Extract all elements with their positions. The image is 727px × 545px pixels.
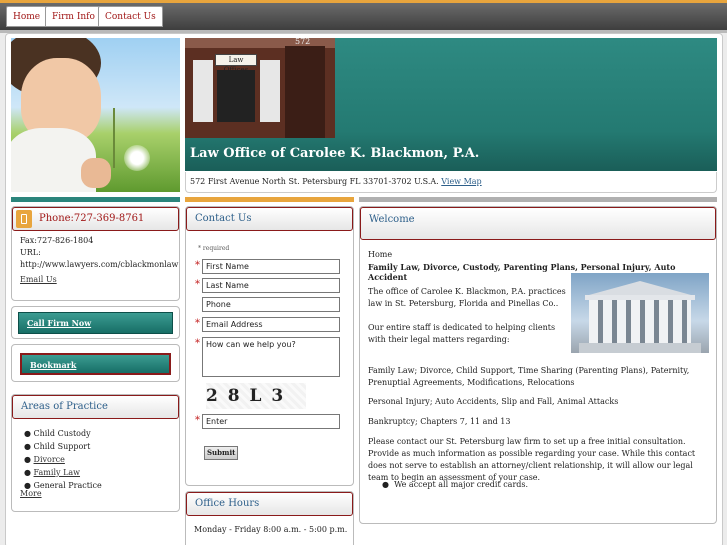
contact-form-panel: Contact Us * required * First Name * Las… [185,206,354,486]
phone-number[interactable]: Phone:727-369-8761 [39,213,144,224]
phone-input[interactable]: Phone [202,297,340,312]
fax-number: Fax:727-826-1804 [20,236,94,245]
band-middle [185,197,354,202]
welcome-paragraph: The office of Carolee K. Blackmon, P.A. … [368,287,566,308]
welcome-paragraph: Family Law; Divorce, Child Support, Time… [368,366,690,387]
required-marker: * [195,415,200,426]
welcome-paragraph: Please contact our St. Petersburg law fi… [368,437,696,482]
areas-list: ● Child Custody ● Child Support ● Divorc… [24,429,102,494]
areas-panel: Areas of Practice ● Child Custody ● Chil… [11,394,180,512]
email-us-link[interactable]: Email Us [20,275,57,284]
list-item: ● Family Law [24,468,81,477]
band-right [359,197,717,202]
nav-home[interactable]: Home [6,6,48,27]
required-marker: * [195,338,200,349]
list-item: ● Child Support [24,442,91,451]
submit-button[interactable]: Submit [204,446,239,460]
url-text: http://www.lawyers.com/cblackmonlaw [20,260,179,269]
office-photo: Law Offices 572 [185,38,335,138]
list-item: ● Child Custody [24,429,91,438]
list-item: ● Divorce [24,455,65,464]
phone-icon [16,210,32,228]
first-name-input[interactable]: First Name [202,259,340,274]
list-item: ● We accept all major credit cards. [382,480,529,489]
bookmark-button[interactable]: Bookmark [20,353,171,375]
call-firm-panel: Call Firm Now [11,306,180,339]
email-input[interactable]: Email Address [202,317,340,332]
breadcrumb: Home [368,250,393,259]
house-number: 572 [295,38,311,46]
welcome-title: Welcome [360,207,716,240]
office-hours-text: Monday - Friday 8:00 a.m. - 5:00 p.m. [194,525,348,534]
url-label: URL: [20,248,41,257]
divorce-link[interactable]: Divorce [34,455,65,464]
contact-form-title: Contact Us [186,207,353,231]
welcome-paragraph: Personal Injury; Auto Accidents, Slip an… [368,397,619,406]
courthouse-photo [571,273,709,353]
required-note: * required [198,245,230,252]
required-marker: * [195,279,200,290]
last-name-input[interactable]: Last Name [202,278,340,293]
message-textarea[interactable]: How can we help you? [202,337,340,377]
more-link[interactable]: More [20,489,42,498]
welcome-paragraph: Our entire staff is dedicated to helping… [368,323,556,344]
nav-firm-info[interactable]: Firm Info [45,6,102,27]
hero-photo [11,38,180,192]
bookmark-panel: Bookmark [11,344,180,382]
contact-card: Phone:727-369-8761 Fax:727-826-1804 URL:… [11,206,180,301]
captcha-input[interactable]: Enter [202,414,340,429]
office-hours-title: Office Hours [186,492,353,516]
band-left [11,197,180,202]
welcome-panel: Welcome Home Family Law, Divorce, Custod… [359,206,717,524]
required-marker: * [195,318,200,329]
office-hours-panel: Office Hours Monday - Friday 8:00 a.m. -… [185,491,354,545]
nav-contact-us[interactable]: Contact Us [98,6,163,27]
areas-title: Areas of Practice [12,395,179,419]
address-box [185,172,717,193]
welcome-paragraph: Bankruptcy; Chapters 7, 11 and 13 [368,417,511,426]
required-marker: * [195,260,200,271]
family-law-link[interactable]: Family Law [34,468,80,477]
law-offices-sign: Law Offices [215,54,257,74]
site-title: Law Office of Carolee K. Blackmon, P.A. [190,146,480,161]
call-firm-button[interactable]: Call Firm Now [18,312,173,334]
captcha-image: 2 8 L 3 A [206,383,306,432]
phone-header: Phone:727-369-8761 [12,207,179,231]
